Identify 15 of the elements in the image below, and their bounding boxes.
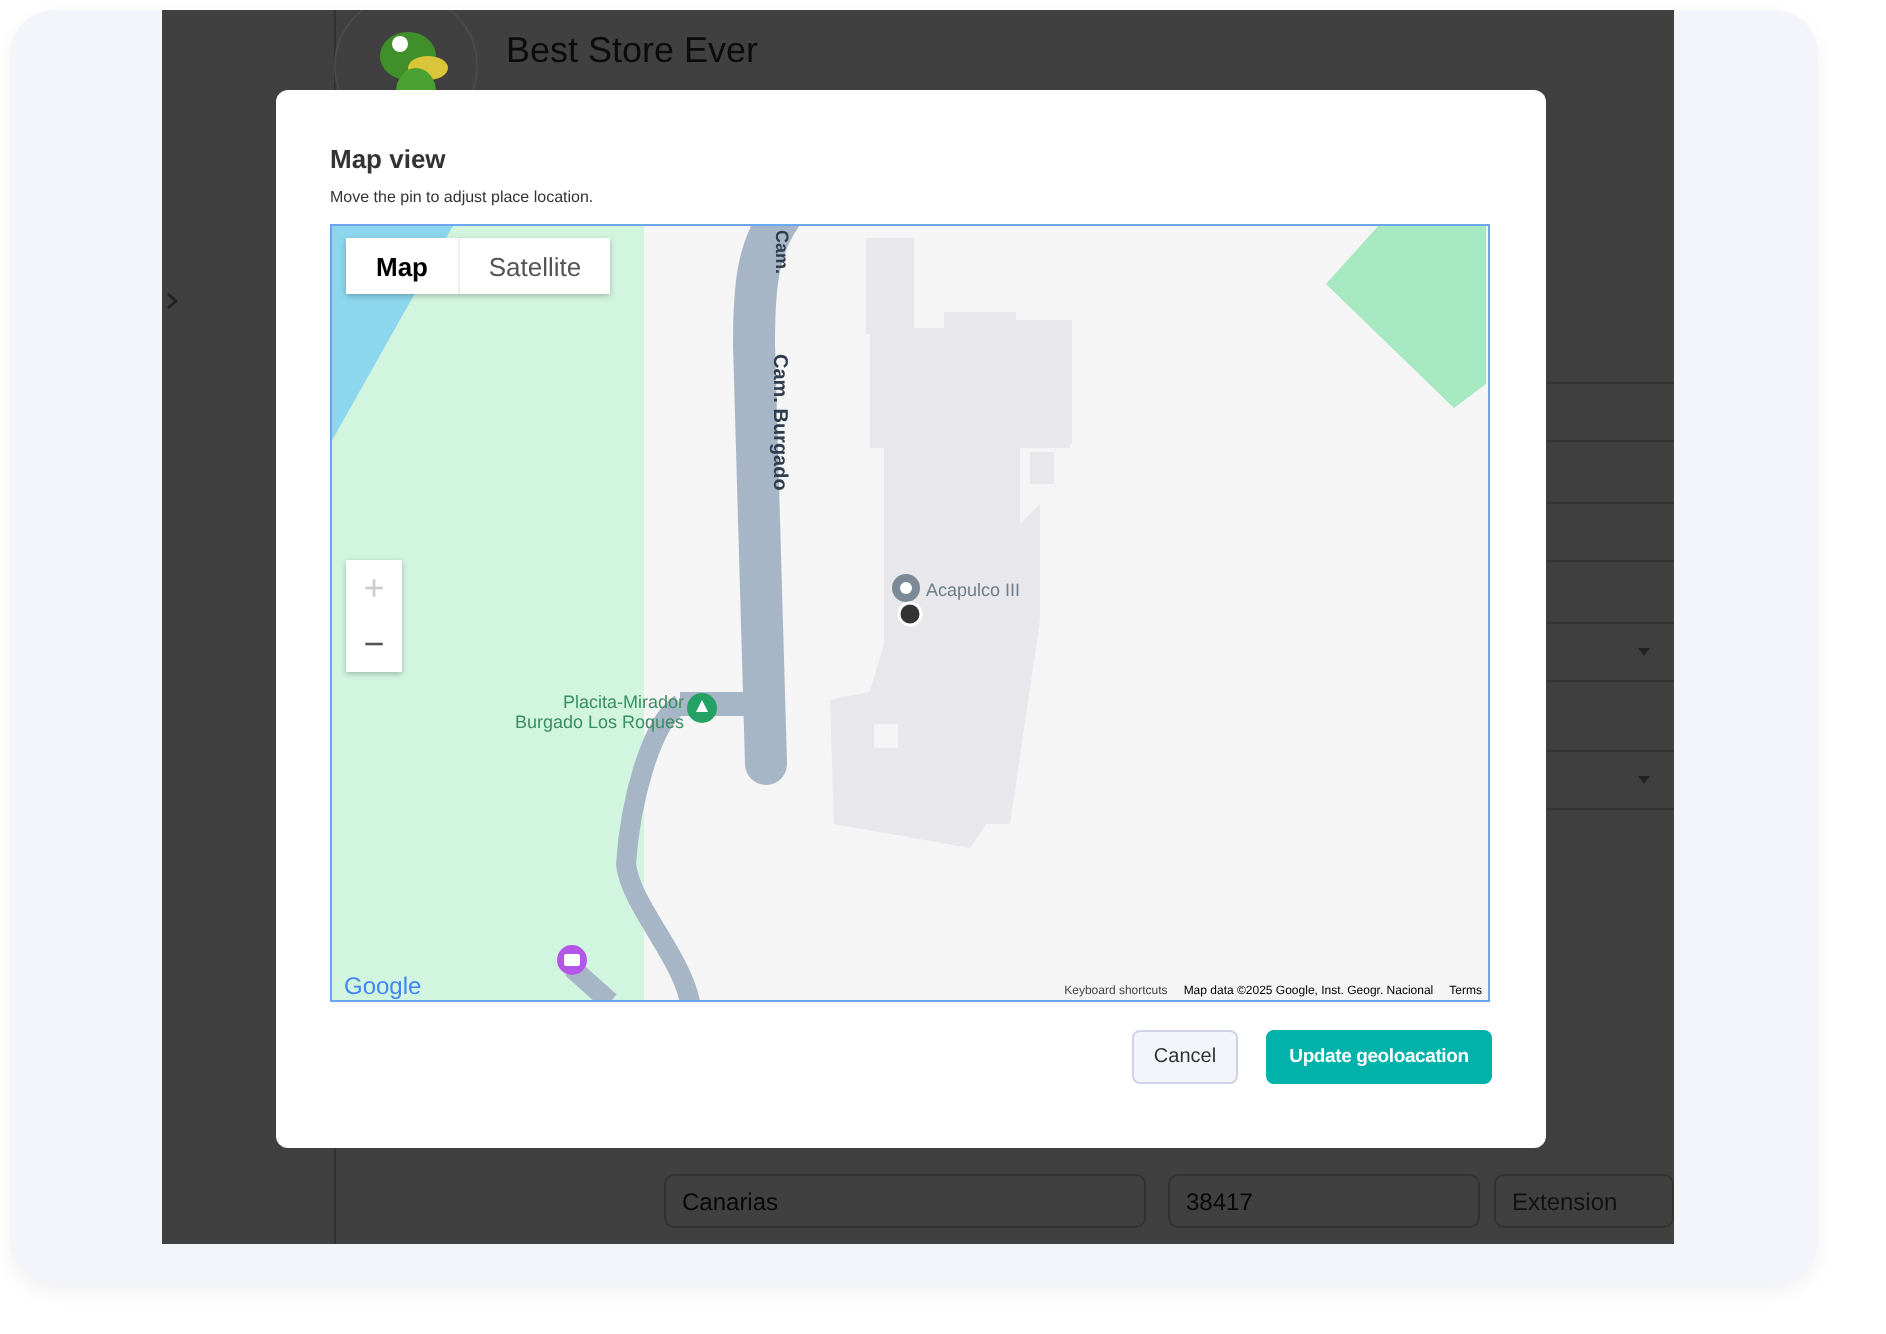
park-label: Placita-Mirador Burgado Los Roques — [512, 692, 684, 732]
place-marker-icon — [892, 574, 920, 602]
zoom-out-button[interactable]: − — [346, 616, 402, 672]
map-type-tab[interactable]: Map — [346, 238, 458, 294]
map-logo: Google — [344, 972, 422, 1000]
place-label: Acapulco III — [926, 580, 1021, 600]
cancel-button[interactable]: Cancel — [1132, 1030, 1238, 1084]
road-label: Cam. — [772, 230, 792, 275]
location-pin-icon[interactable] — [897, 601, 923, 627]
modal-subtitle: Move the pin to adjust place location. — [330, 188, 596, 206]
park-marker-icon — [687, 693, 717, 723]
map-type-tab[interactable]: Satellite — [458, 238, 610, 294]
modal-title: Map view — [330, 144, 448, 174]
road-label: Cam. Burgado — [768, 354, 790, 491]
camera-marker-icon — [557, 945, 587, 975]
